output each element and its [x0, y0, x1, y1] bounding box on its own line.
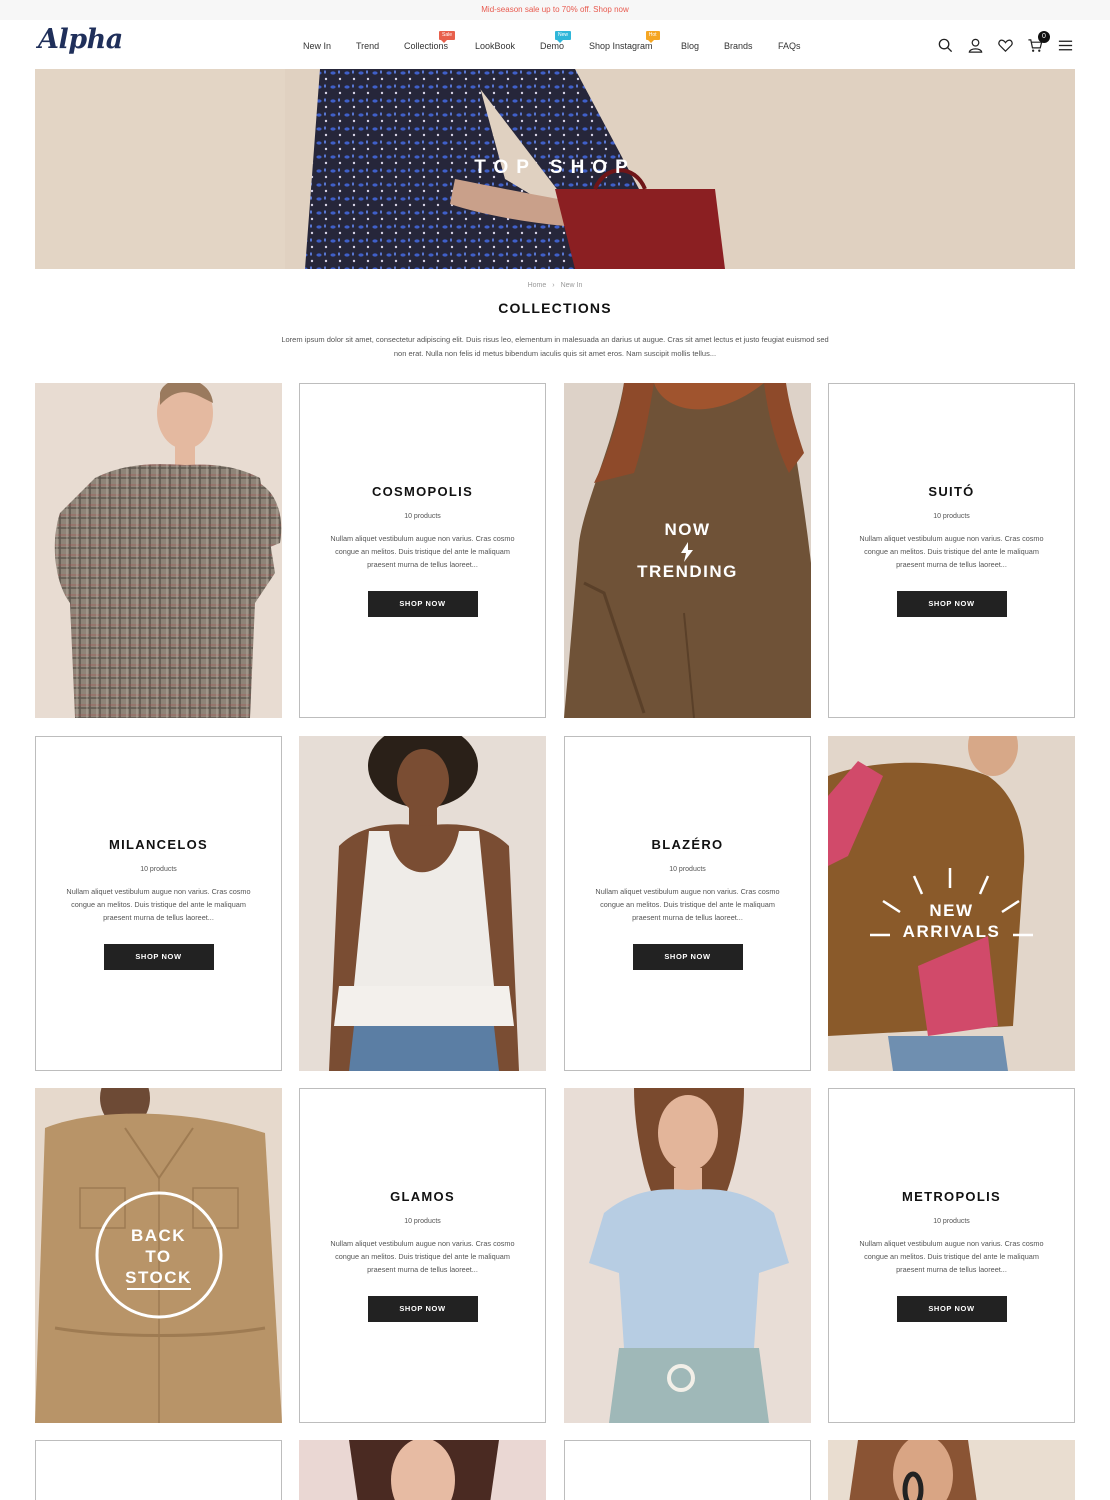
collection-description: Nullam aliquet vestibulum augue non vari…	[859, 1239, 1044, 1274]
collection-description: Nullam aliquet vestibulum augue non vari…	[859, 534, 1044, 569]
plaid-dress-photo	[35, 383, 282, 718]
nav-item-shop-instagram[interactable]: Shop Instagram Hot	[589, 31, 660, 51]
collection-name[interactable]: METROPOLIS	[902, 1189, 1001, 1204]
shop-now-button[interactable]: SHOP NOW	[896, 1296, 1007, 1322]
search-icon[interactable]	[937, 37, 954, 54]
shop-now-button[interactable]: SHOP NOW	[632, 944, 743, 970]
shop-now-button[interactable]: SHOP NOW	[367, 1296, 478, 1322]
collection-count: 10 products	[140, 866, 177, 873]
collection-description: Nullam aliquet vestibulum augue non vari…	[330, 534, 515, 569]
nav-item-trend[interactable]: Trend	[356, 41, 379, 51]
nav-item-collections[interactable]: Collections Sale	[404, 31, 456, 51]
collection-description: Nullam aliquet vestibulum augue non vari…	[595, 887, 780, 922]
hot-badge: Hot	[645, 31, 660, 43]
collection-image-plaid-dress[interactable]	[35, 383, 282, 718]
collection-description: Nullam aliquet vestibulum augue non vari…	[66, 887, 251, 922]
promo-new-arrivals[interactable]: NEW ARRIVALS	[828, 736, 1075, 1071]
collection-card-blazero: BLAZÉRO 10 products Nullam aliquet vesti…	[564, 736, 811, 1071]
collection-count: 10 products	[933, 513, 970, 520]
promo-line-trending: TRENDING	[637, 562, 738, 581]
new-badge: New	[555, 31, 572, 43]
site-header: Alpha New In Trend Collections Sale LookB…	[0, 20, 1110, 69]
shop-now-button[interactable]: SHOP NOW	[896, 591, 1007, 617]
cart-button[interactable]: 0	[1027, 31, 1050, 54]
collection-name[interactable]: BLAZÉRO	[652, 837, 724, 852]
collection-count: 10 products	[404, 1218, 441, 1225]
nav-item-faqs[interactable]: FAQs	[778, 41, 801, 51]
nav-item-new-in[interactable]: New In	[303, 41, 331, 51]
breadcrumb: Home › New In	[0, 282, 1110, 289]
breadcrumb-home[interactable]: Home	[528, 282, 547, 289]
shop-now-button[interactable]: SHOP NOW	[103, 944, 214, 970]
cart-count-badge: 0	[1038, 31, 1050, 43]
nav-item-brands[interactable]: Brands	[724, 41, 753, 51]
hero-banner: TOP SHOP	[35, 69, 1075, 269]
breadcrumb-current: New In	[560, 282, 583, 289]
blue-tee-photo	[564, 1088, 811, 1423]
collection-card-glamos: GLAMOS 10 products Nullam aliquet vestib…	[299, 1088, 546, 1423]
collection-image-partial-portrait[interactable]	[299, 1440, 546, 1500]
collection-description: Nullam aliquet vestibulum augue non vari…	[330, 1239, 515, 1274]
wishlist-icon[interactable]	[997, 37, 1014, 54]
lightning-icon	[681, 542, 693, 562]
collection-name[interactable]: GLAMOS	[390, 1189, 455, 1204]
collection-card-cosmopolis: COSMOPOLIS 10 products Nullam aliquet ve…	[299, 383, 546, 718]
page-title: COLLECTIONS	[498, 300, 612, 316]
nav-item-lookbook[interactable]: LookBook	[475, 41, 515, 51]
collection-image-blue-tee[interactable]	[564, 1088, 811, 1423]
collection-card-suito: SUITÓ 10 products Nullam aliquet vestibu…	[828, 383, 1075, 718]
promo-line-new: NEW	[929, 901, 974, 920]
nav-item-demo[interactable]: Demo New	[540, 31, 572, 51]
earring-photo	[828, 1440, 1075, 1500]
account-icon[interactable]	[967, 37, 984, 54]
breadcrumb-separator: ›	[552, 282, 555, 289]
promo-back-to-stock[interactable]: BACK TO STOCK	[35, 1088, 282, 1423]
portrait-photo	[299, 1440, 546, 1500]
collection-card-partial	[564, 1440, 811, 1500]
header-actions: 0	[937, 31, 1074, 54]
promo-line-arrivals: ARRIVALS	[902, 922, 1001, 941]
collection-name[interactable]: MILANCELOS	[109, 837, 208, 852]
white-tank-photo	[299, 736, 546, 1071]
collection-name[interactable]: SUITÓ	[928, 484, 974, 499]
collections-intro: Lorem ipsum dolor sit amet, consectetur …	[281, 335, 829, 358]
collection-card-partial	[35, 1440, 282, 1500]
collection-count: 10 products	[404, 513, 441, 520]
hero-title: TOP SHOP	[474, 157, 636, 178]
promo-line-to: TO	[145, 1247, 172, 1266]
collection-image-partial-earring[interactable]	[828, 1440, 1075, 1500]
collection-count: 10 products	[933, 1218, 970, 1225]
promo-now-trending[interactable]: NOW TRENDING	[564, 383, 811, 718]
collection-name[interactable]: COSMOPOLIS	[372, 484, 473, 499]
nav-item-blog[interactable]: Blog	[681, 41, 699, 51]
shop-now-button[interactable]: SHOP NOW	[367, 591, 478, 617]
promo-line-now: NOW	[664, 520, 711, 539]
collection-count: 10 products	[669, 866, 706, 873]
collection-image-white-tank[interactable]	[299, 736, 546, 1071]
collection-card-milancelos: MILANCELOS 10 products Nullam aliquet ve…	[35, 736, 282, 1071]
announcement-bar[interactable]: Mid-season sale up to 70% off. Shop now	[0, 0, 1110, 20]
menu-icon[interactable]	[1057, 37, 1074, 54]
promo-line-stock: STOCK	[125, 1268, 192, 1287]
collection-card-metropolis: METROPOLIS 10 products Nullam aliquet ve…	[828, 1088, 1075, 1423]
sale-badge: Sale	[439, 31, 456, 43]
promo-line-back: BACK	[130, 1226, 187, 1245]
